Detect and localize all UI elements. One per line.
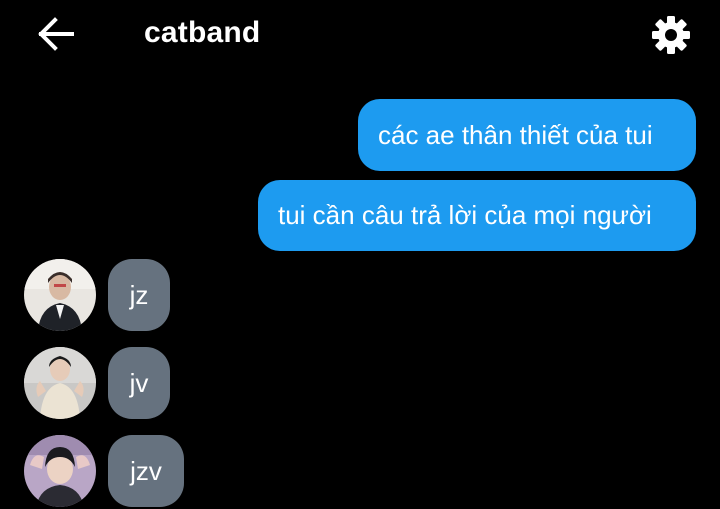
sent-message[interactable]: các ae thân thiết của tui (358, 99, 696, 171)
chat-screen: catband các ae thân thiết của tui tui cầ… (0, 0, 720, 509)
received-message[interactable]: jzv (108, 435, 184, 507)
received-message[interactable]: jz (108, 259, 170, 331)
avatar-photo (24, 435, 96, 507)
chat-header: catband (0, 0, 720, 70)
settings-button[interactable] (648, 12, 694, 58)
chat-title: catband (144, 16, 261, 49)
avatar-photo (24, 347, 96, 419)
avatar[interactable] (24, 347, 96, 419)
gear-icon (652, 16, 690, 54)
arrow-left-icon (38, 17, 74, 51)
avatar-photo (24, 259, 96, 331)
sent-message[interactable]: tui cần câu trả lời của mọi người (258, 180, 696, 251)
avatar[interactable] (24, 435, 96, 507)
back-button[interactable] (34, 14, 78, 54)
received-message[interactable]: jv (108, 347, 170, 419)
avatar[interactable] (24, 259, 96, 331)
